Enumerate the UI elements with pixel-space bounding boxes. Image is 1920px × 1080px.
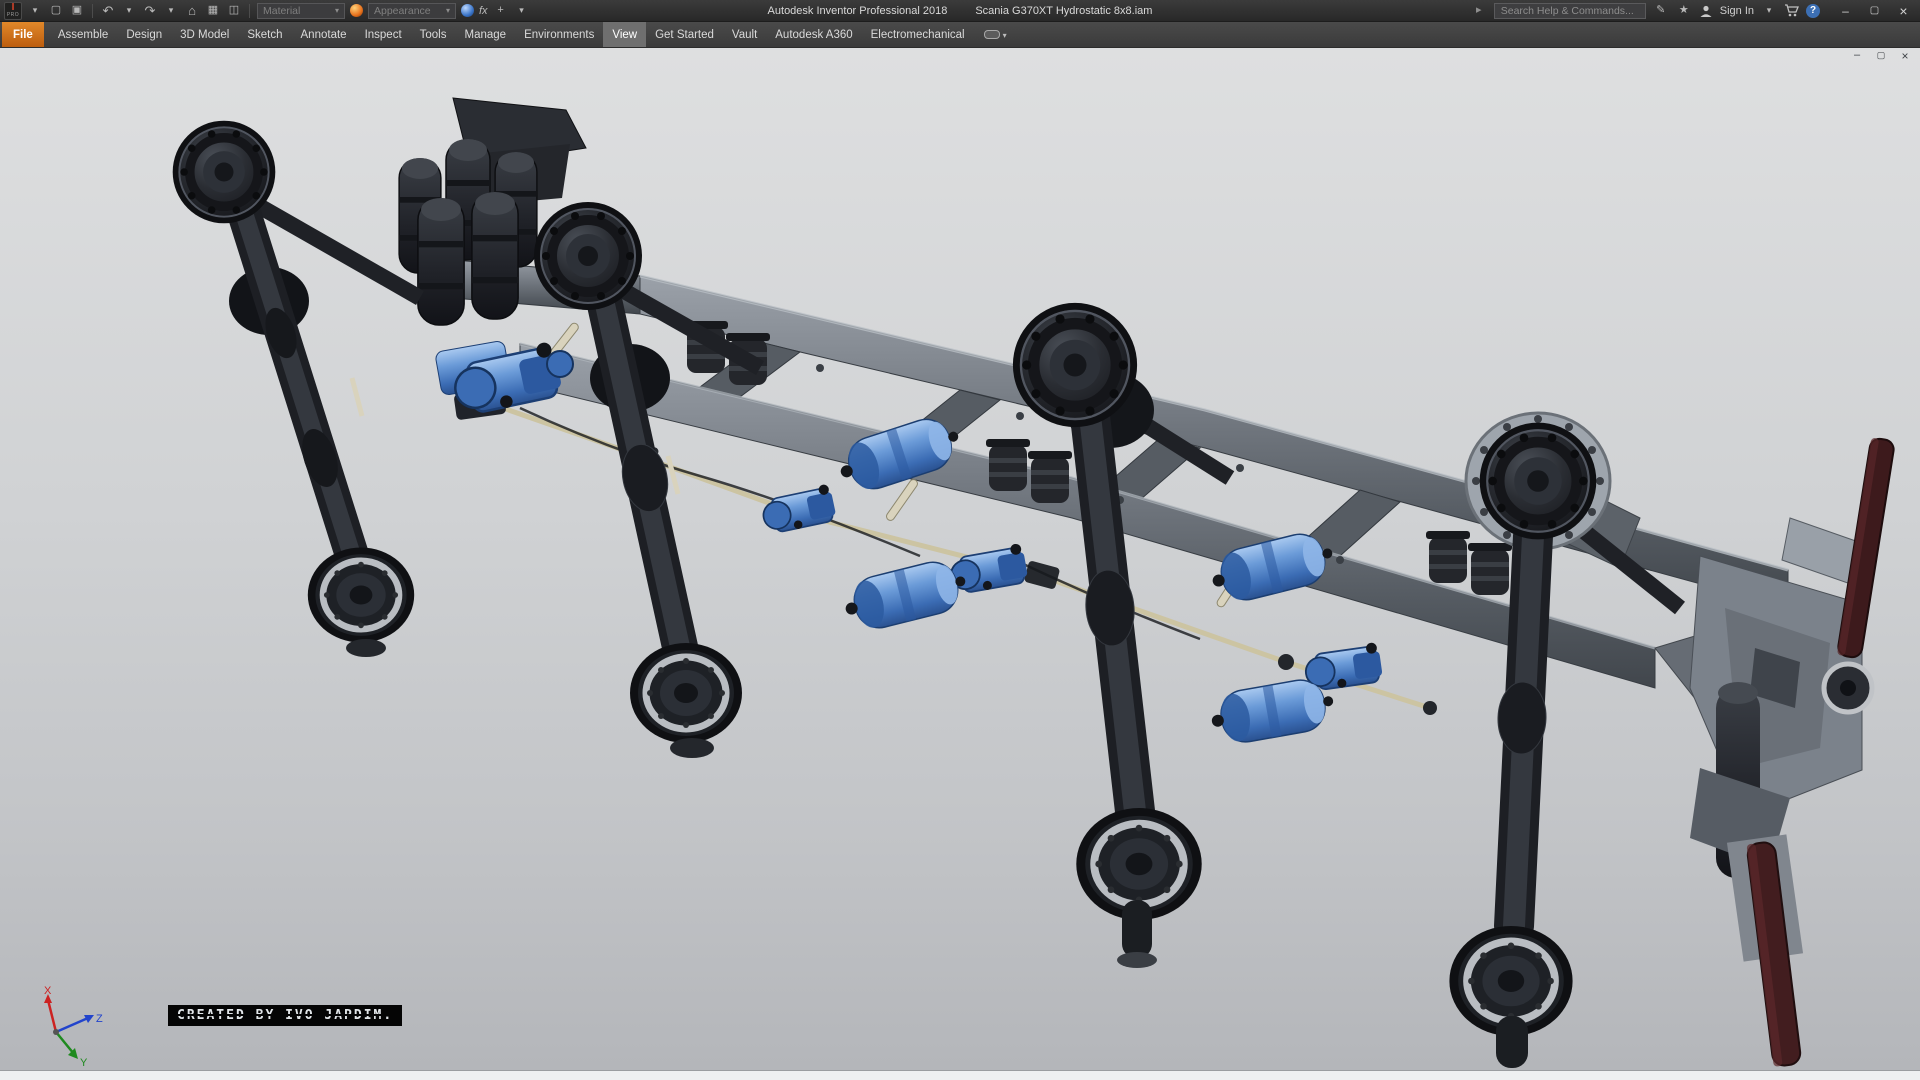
document-window-controls [1850,50,1912,63]
chevron-down-icon: ▾ [335,6,339,15]
document-restore-button[interactable] [1874,50,1888,63]
axle-assembly-1[interactable] [173,121,420,657]
chevron-right-icon[interactable] [1471,3,1487,19]
appearance-dropdown[interactable]: Appearance ▾ [368,3,456,19]
pencil-icon[interactable] [1653,3,1669,19]
ribbon-pill-icon [984,30,1000,39]
tab-manage[interactable]: Manage [456,22,516,47]
search-input[interactable] [1494,3,1646,19]
parameters-fx-icon[interactable]: fx [479,5,488,17]
tab-assemble[interactable]: Assemble [49,22,118,47]
tab-design[interactable]: Design [117,22,171,47]
document-minimize-button[interactable] [1850,50,1864,63]
tab-get-started[interactable]: Get Started [646,22,723,47]
redo-icon[interactable] [142,3,158,19]
window-minimize-button[interactable] [1831,0,1860,21]
tab-autodesk-a360[interactable]: Autodesk A360 [766,22,861,47]
tab-tools[interactable]: Tools [411,22,456,47]
tab-annotate[interactable]: Annotate [292,22,356,47]
appearance-ball-icon[interactable] [461,4,474,17]
sign-in-button[interactable]: Sign In [1720,5,1754,17]
add-tool-icon[interactable] [493,3,509,19]
new-file-icon[interactable] [48,3,64,19]
user-icon[interactable] [1699,4,1713,18]
axis-z-label: Z [96,1013,103,1025]
visual-style-icon[interactable] [205,3,221,19]
chevron-down-icon [1003,29,1007,41]
window-controls [1831,0,1918,21]
app-menu-caret-icon[interactable] [27,3,43,19]
axis-x-label: X [44,985,52,997]
titlebar-right-group: Sign In ? [1471,0,1920,21]
document-close-button[interactable] [1898,50,1912,63]
undo-icon[interactable] [100,3,116,19]
origin-triad: X Z Y [26,984,110,1068]
inventor-logo-pro: PRO [7,13,19,18]
cart-icon[interactable] [1784,4,1799,17]
tab-environments[interactable]: Environments [515,22,603,47]
title-bar: I PRO Material ▾ Appearance ▾ fx Autodes… [0,0,1920,22]
axis-y-label: Y [80,1057,88,1068]
material-ball-icon[interactable] [350,4,363,17]
model-canvas[interactable] [0,48,1920,1070]
tab-view[interactable]: View [603,22,646,47]
appearance-dropdown-value: Appearance [374,5,431,17]
home-view-icon[interactable] [184,3,200,19]
qat-customize-caret-icon[interactable] [514,3,530,19]
tab-3d-model[interactable]: 3D Model [171,22,238,47]
favorites-star-icon[interactable] [1676,3,1692,19]
toolbar-divider [249,4,250,18]
model-viewport[interactable]: X Z Y CREATED BY IVO JAPDIM. [0,48,1920,1070]
save-icon[interactable] [69,3,85,19]
tab-sketch[interactable]: Sketch [238,22,291,47]
tab-inspect[interactable]: Inspect [356,22,411,47]
window-title: Autodesk Inventor Professional 2018 Scan… [768,5,1153,17]
quick-access-toolbar: I PRO Material ▾ Appearance ▾ fx [0,0,530,21]
undo-caret-icon[interactable] [121,3,137,19]
sign-in-caret-icon[interactable] [1761,3,1777,19]
app-title: Autodesk Inventor Professional 2018 [768,5,948,17]
material-dropdown-value: Material [263,5,300,17]
help-icon[interactable]: ? [1806,4,1820,18]
section-view-icon[interactable] [226,3,242,19]
window-maximize-button[interactable] [1860,0,1889,21]
toolbar-divider [92,4,93,18]
material-dropdown[interactable]: Material ▾ [257,3,345,19]
document-title: Scania G370XT Hydrostatic 8x8.iam [975,5,1152,17]
inventor-logo[interactable]: I PRO [4,2,22,20]
window-close-button[interactable] [1889,0,1918,21]
tab-vault[interactable]: Vault [723,22,766,47]
tab-file[interactable]: File [2,22,44,47]
watermark-text: CREATED BY IVO JAPDIM. [168,1005,402,1026]
redo-caret-icon[interactable] [163,3,179,19]
tab-electromechanical[interactable]: Electromechanical [862,22,974,47]
status-strip [0,1070,1920,1080]
ribbon-tab-bar: File Assemble Design 3D Model Sketch Ann… [0,22,1920,48]
ribbon-display-toggle[interactable] [984,22,1007,47]
chevron-down-icon: ▾ [446,6,450,15]
